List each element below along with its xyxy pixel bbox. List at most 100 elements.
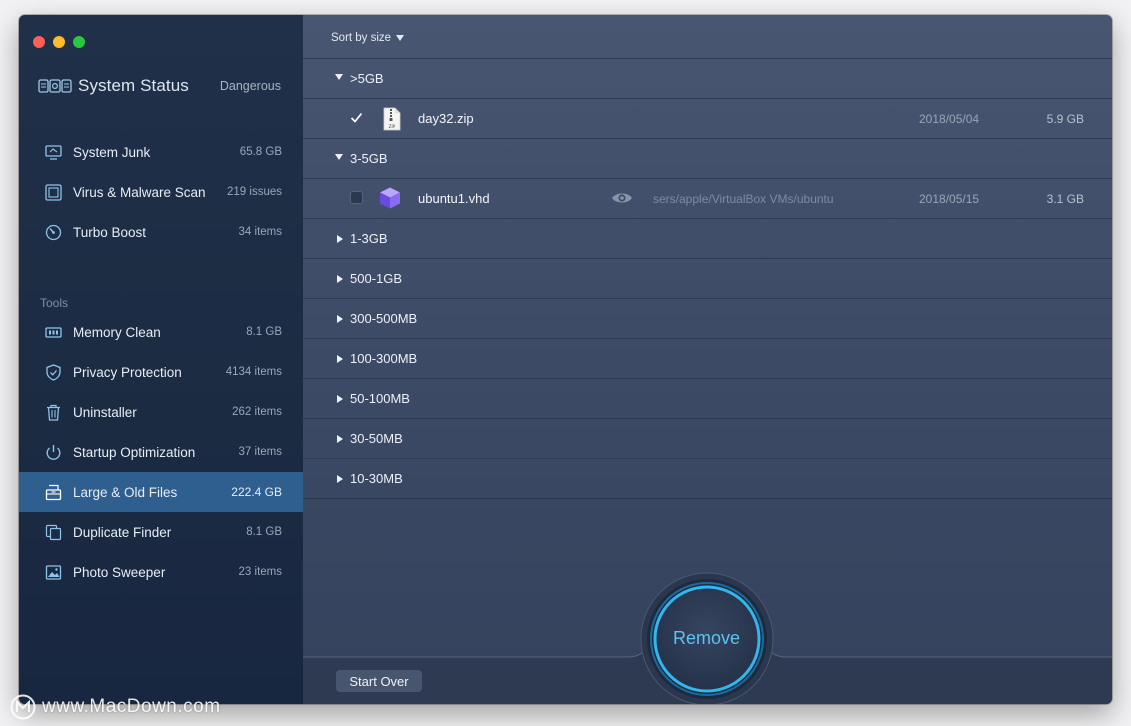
start-over-button[interactable]: Start Over — [336, 670, 422, 692]
file-size: 5.9 GB — [1046, 112, 1084, 126]
disclosure-collapsed-icon[interactable] — [337, 395, 343, 403]
sidebar: System Status Dangerous System Junk 65.8… — [19, 15, 303, 704]
sidebar-item-label: Large & Old Files — [73, 484, 178, 500]
sort-label: Sort by size — [331, 32, 392, 44]
sidebar-item-duplicate-finder[interactable]: Duplicate Finder 8.1 GB — [19, 512, 303, 552]
group-row-500mb-1gb[interactable]: 500-1GB — [303, 258, 1112, 298]
disclosure-collapsed-icon[interactable] — [337, 475, 343, 483]
system-status-icon — [38, 79, 72, 93]
group-row-1-3gb[interactable]: 1-3GB — [303, 218, 1112, 258]
sidebar-item-turbo-boost[interactable]: Turbo Boost 34 items — [19, 212, 303, 252]
watermark-logo-icon — [10, 694, 36, 720]
disclosure-expanded-icon[interactable] — [335, 74, 343, 80]
power-icon — [46, 445, 61, 460]
file-group-list: >5GB ZIP day32.zip 2018/05/04 5.9 GB 3-5… — [303, 58, 1112, 499]
virtualbox-cube-icon — [380, 187, 400, 209]
remove-button[interactable]: Remove — [655, 587, 758, 690]
sidebar-item-label: Memory Clean — [73, 324, 161, 340]
group-row-30-50mb[interactable]: 30-50MB — [303, 418, 1112, 458]
sidebar-item-label: Turbo Boost — [73, 224, 147, 240]
disclosure-collapsed-icon[interactable] — [337, 355, 343, 363]
group-label: 10-30MB — [350, 471, 403, 486]
sidebar-top-nav: System Junk 65.8 GB Virus & Malware Scan… — [19, 132, 303, 252]
sidebar-item-label: Duplicate Finder — [73, 524, 172, 540]
remove-button-label: Remove — [672, 628, 741, 648]
sidebar-item-privacy-protection[interactable]: Privacy Protection 4134 items — [19, 352, 303, 392]
sidebar-item-virus-malware-scan[interactable]: Virus & Malware Scan 219 issues — [19, 172, 303, 212]
group-label: 500-1GB — [350, 271, 403, 286]
group-label: 30-50MB — [350, 431, 403, 446]
system-status[interactable]: System Status Dangerous — [38, 73, 281, 99]
sidebar-item-memory-clean[interactable]: Memory Clean 8.1 GB — [19, 312, 303, 352]
file-row[interactable]: ZIP day32.zip 2018/05/04 5.9 GB — [303, 98, 1112, 138]
sidebar-item-count: 4134 items — [225, 366, 282, 378]
sidebar-item-label: Startup Optimization — [73, 444, 196, 460]
memory-chip-icon — [45, 327, 62, 338]
disclosure-collapsed-icon[interactable] — [337, 275, 343, 283]
file-cabinet-icon — [45, 484, 62, 501]
window-controls — [33, 36, 85, 48]
disclosure-collapsed-icon[interactable] — [337, 435, 343, 443]
group-label: 50-100MB — [350, 391, 410, 406]
file-date: 2018/05/15 — [919, 192, 980, 206]
checkbox-unchecked[interactable] — [350, 191, 363, 204]
sort-dropdown[interactable]: Sort by size — [331, 32, 405, 44]
chevron-down-icon — [396, 35, 405, 41]
eye-icon[interactable] — [611, 191, 633, 205]
group-row-3-5gb[interactable]: 3-5GB — [303, 138, 1112, 178]
sidebar-item-count: 219 issues — [227, 186, 282, 198]
group-label: 1-3GB — [350, 231, 388, 246]
sidebar-item-uninstaller[interactable]: Uninstaller 262 items — [19, 392, 303, 432]
sidebar-item-large-old-files[interactable]: Large & Old Files 222.4 GB — [19, 472, 303, 512]
group-row-50-100mb[interactable]: 50-100MB — [303, 378, 1112, 418]
disclosure-collapsed-icon[interactable] — [337, 315, 343, 323]
file-date: 2018/05/04 — [919, 112, 980, 126]
sidebar-item-system-junk[interactable]: System Junk 65.8 GB — [19, 132, 303, 172]
watermark-text: www.MacDown.com — [42, 696, 221, 717]
tools-heading: Tools — [40, 296, 69, 310]
sidebar-item-count: 65.8 GB — [239, 146, 282, 158]
photo-icon — [45, 565, 62, 580]
file-size: 3.1 GB — [1046, 192, 1084, 206]
start-over-label: Start Over — [349, 673, 409, 689]
group-row-10-30mb[interactable]: 10-30MB — [303, 458, 1112, 499]
group-row-over-5gb[interactable]: >5GB — [303, 58, 1112, 98]
sidebar-item-count: 222.4 GB — [231, 485, 282, 499]
sidebar-item-label: Virus & Malware Scan — [73, 184, 206, 200]
duplicate-icon — [45, 524, 62, 541]
close-window-button[interactable] — [33, 36, 45, 48]
sidebar-item-count: 37 items — [238, 446, 282, 458]
disclosure-expanded-icon[interactable] — [335, 154, 343, 160]
disclosure-collapsed-icon[interactable] — [337, 235, 343, 243]
zoom-window-button[interactable] — [73, 36, 85, 48]
file-path: sers/apple/VirtualBox VMs/ubuntu — [653, 192, 834, 206]
app-window: System Status Dangerous System Junk 65.8… — [19, 15, 1112, 704]
group-row-300-500mb[interactable]: 300-500MB — [303, 298, 1112, 338]
system-status-value: Dangerous — [219, 79, 281, 93]
watermark: www.MacDown.com — [10, 694, 221, 720]
group-label: 3-5GB — [350, 151, 388, 166]
shield-scan-icon — [45, 184, 62, 201]
sidebar-item-label: System Junk — [73, 144, 151, 160]
file-row[interactable]: ubuntu1.vhd sers/apple/VirtualBox VMs/ub… — [303, 178, 1112, 218]
group-label: >5GB — [350, 71, 384, 86]
trash-icon — [47, 404, 60, 421]
sidebar-item-photo-sweeper[interactable]: Photo Sweeper 23 items — [19, 552, 303, 592]
sidebar-item-count: 8.1 GB — [246, 326, 282, 338]
sidebar-item-label: Uninstaller — [73, 404, 137, 420]
sidebar-item-startup-optimization[interactable]: Startup Optimization 37 items — [19, 432, 303, 472]
svg-text:ZIP: ZIP — [389, 124, 396, 129]
sidebar-item-count: 262 items — [232, 406, 282, 418]
group-row-100-300mb[interactable]: 100-300MB — [303, 338, 1112, 378]
zip-file-icon: ZIP — [383, 107, 401, 131]
sidebar-item-count: 23 items — [238, 566, 282, 578]
sidebar-tools-nav: Memory Clean 8.1 GB Privacy Protection 4… — [19, 312, 303, 592]
group-label: 300-500MB — [350, 311, 418, 326]
checkbox-checked[interactable] — [350, 111, 363, 124]
speedometer-icon — [45, 224, 62, 241]
file-name: ubuntu1.vhd — [418, 191, 490, 206]
sidebar-item-label: Privacy Protection — [73, 364, 182, 380]
privacy-shield-icon — [46, 364, 61, 381]
minimize-window-button[interactable] — [53, 36, 65, 48]
main-panel: Sort by size >5GB ZIP day32.zip 2018/05/… — [303, 15, 1112, 704]
